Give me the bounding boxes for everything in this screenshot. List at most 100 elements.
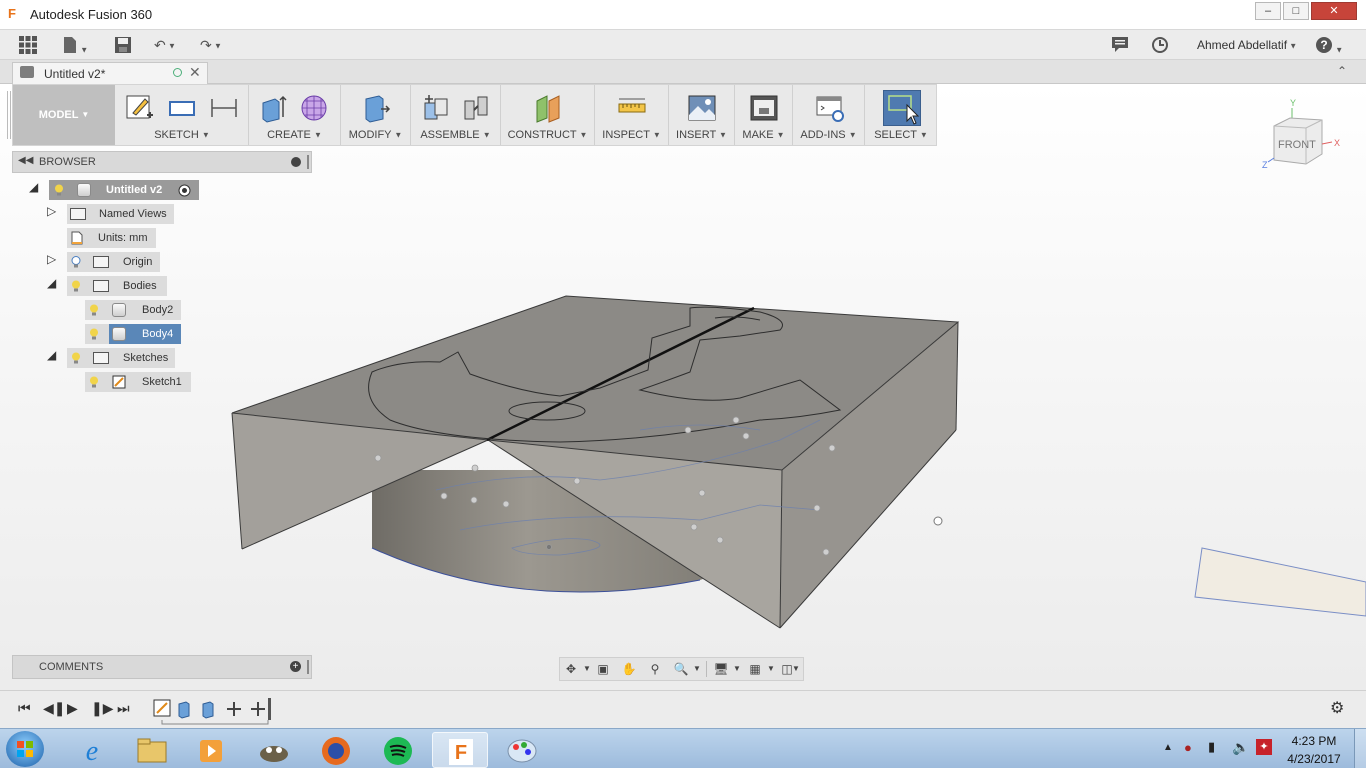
collapse-chevron-up-icon[interactable]: ⌃ — [1337, 64, 1347, 78]
offset-plane-icon[interactable] — [533, 93, 563, 123]
collapse-browser-icon[interactable]: ◀◀ — [18, 155, 33, 166]
visibility-bulb-icon[interactable] — [89, 328, 99, 340]
ribbon-grip[interactable] — [7, 91, 11, 139]
minimize-button[interactable]: – — [1255, 2, 1281, 20]
timeline-features[interactable] — [152, 698, 276, 726]
file-explorer-icon[interactable] — [124, 732, 180, 768]
browser-resize-grip[interactable] — [307, 155, 309, 169]
job-status-clock-icon[interactable] — [1151, 36, 1169, 54]
browser-node-units[interactable]: Units: mm — [67, 228, 156, 248]
gimp-icon[interactable] — [246, 732, 302, 768]
browser-node-origin[interactable]: Origin — [67, 252, 160, 272]
document-tab[interactable]: Untitled v2* ✕ — [12, 62, 208, 84]
internet-explorer-icon[interactable]: e — [64, 732, 120, 768]
close-tab-icon[interactable]: ✕ — [189, 64, 201, 81]
joint-icon[interactable] — [461, 93, 491, 123]
activate-component-icon[interactable] — [178, 184, 191, 197]
system-clock[interactable]: 4:23 PM 4/23/2017 — [1283, 734, 1345, 766]
acrobat-tray-icon[interactable]: ✦ — [1256, 739, 1272, 755]
signal-strength-icon[interactable]: ▮ — [1208, 739, 1215, 755]
browser-panel-header[interactable]: ◀◀ BROWSER — [12, 151, 312, 173]
inspect-menu[interactable]: INSPECT ▼ — [595, 129, 668, 141]
file-menu-button[interactable]: ▼ — [62, 36, 88, 54]
timeline-marker[interactable] — [268, 698, 271, 720]
browser-node-body4-bulb[interactable] — [85, 324, 109, 344]
spotify-icon[interactable] — [370, 732, 426, 768]
measure-icon[interactable] — [617, 93, 647, 123]
firefox-icon[interactable] — [308, 732, 364, 768]
visibility-bulb-off-icon[interactable] — [71, 256, 81, 268]
media-player-icon[interactable] — [184, 732, 240, 768]
paint-icon[interactable] — [494, 732, 550, 768]
expand-toggle-sketches[interactable]: ◢ — [47, 348, 56, 362]
visibility-bulb-icon[interactable] — [71, 280, 81, 292]
visibility-bulb-icon[interactable] — [89, 376, 99, 388]
model-3d-view[interactable] — [0, 84, 1366, 690]
create-form-icon[interactable] — [299, 93, 329, 123]
viewcube[interactable]: Y FRONT X Z — [1262, 96, 1352, 176]
viewports-dropdown-chevron-icon[interactable]: ▼ — [790, 661, 802, 677]
browser-node-body2[interactable]: Body2 — [85, 300, 181, 320]
visibility-bulb-icon[interactable] — [89, 304, 99, 316]
rectangle-icon[interactable] — [167, 93, 197, 123]
sketch-menu[interactable]: SKETCH ▼ — [115, 129, 249, 141]
assemble-menu[interactable]: ASSEMBLE ▼ — [411, 129, 500, 141]
browser-node-bodies[interactable]: Bodies — [67, 276, 167, 296]
visibility-bulb-icon[interactable] — [71, 352, 81, 364]
create-menu[interactable]: CREATE ▼ — [249, 129, 340, 141]
extrude-icon[interactable] — [259, 93, 289, 123]
start-button[interactable] — [6, 731, 44, 767]
show-desktop-button[interactable] — [1354, 729, 1366, 768]
zoom-dropdown-chevron-icon[interactable]: ▼ — [688, 661, 706, 677]
go-to-end-icon[interactable]: ⏭ — [117, 700, 130, 717]
maximize-button[interactable]: □ — [1283, 2, 1309, 20]
browser-node-root[interactable]: Untitled v2 — [49, 180, 199, 200]
add-ins-menu[interactable]: ADD-INS ▼ — [793, 129, 864, 141]
zoom-icon[interactable]: ⚲ — [646, 661, 664, 677]
3d-print-icon[interactable] — [749, 93, 779, 123]
viewcube-front-face[interactable]: FRONT — [1278, 139, 1316, 151]
create-sketch-icon[interactable] — [125, 93, 155, 123]
minimize-browser-icon[interactable] — [291, 157, 301, 167]
modify-menu[interactable]: MODIFY ▼ — [341, 129, 410, 141]
tray-network-icon[interactable]: ● — [1184, 740, 1192, 755]
browser-node-named-views[interactable]: Named Views — [67, 204, 174, 224]
expand-toggle-bodies[interactable]: ◢ — [47, 276, 56, 290]
sketch-dimension-icon[interactable] — [209, 93, 239, 123]
insert-menu[interactable]: INSERT ▼ — [669, 129, 734, 141]
pan-hand-icon[interactable]: ✋ — [620, 661, 638, 677]
play-icon[interactable]: ▶ — [67, 700, 78, 717]
scripts-addins-icon[interactable] — [815, 93, 845, 123]
expand-toggle-named-views[interactable]: ▷ — [47, 204, 56, 218]
comments-resize-grip[interactable] — [307, 660, 309, 674]
save-icon[interactable] — [114, 36, 132, 54]
expand-toggle-root[interactable]: ◢ — [29, 180, 38, 194]
timeline-extrude-feature-icon[interactable] — [178, 701, 190, 719]
select-menu[interactable]: SELECT ▼ — [865, 129, 937, 141]
comments-panel-header[interactable]: COMMENTS + — [12, 655, 312, 679]
expand-toggle-origin[interactable]: ▷ — [47, 252, 56, 266]
browser-node-sketch1[interactable]: Sketch1 — [85, 372, 191, 392]
add-comment-icon[interactable]: + — [290, 661, 301, 672]
volume-icon[interactable]: 🔈 — [1232, 739, 1249, 756]
go-to-start-icon[interactable]: ⏮ — [18, 700, 31, 717]
help-icon[interactable]: ? ▼ — [1315, 36, 1343, 54]
redo-button[interactable]: ↷ ▼ — [200, 36, 222, 54]
step-forward-icon[interactable]: ❚▶ — [91, 700, 114, 717]
undo-button[interactable]: ↶ ▼ — [154, 36, 176, 54]
show-hidden-icons-icon[interactable]: ▲ — [1163, 742, 1173, 753]
timeline-extrude2-feature-icon[interactable] — [202, 701, 214, 719]
timeline-move-feature-icon[interactable] — [227, 702, 241, 716]
timeline-settings-gear-icon[interactable]: ⚙ — [1330, 698, 1344, 718]
fusion360-taskbar-icon[interactable]: F — [432, 732, 488, 768]
canvas-viewport[interactable]: MODEL ▼ SKETCH ▼ CREATE ▼ MODIFY ▼ ASSEM… — [0, 84, 1366, 690]
notification-center-icon[interactable] — [1111, 36, 1129, 54]
display-dropdown-chevron-icon[interactable]: ▼ — [728, 661, 746, 677]
close-window-button[interactable]: ✕ — [1311, 2, 1357, 20]
step-back-icon[interactable]: ◀❚ — [43, 700, 66, 717]
new-component-icon[interactable] — [421, 93, 451, 123]
construct-menu[interactable]: CONSTRUCT ▼ — [501, 129, 594, 141]
press-pull-icon[interactable] — [361, 93, 391, 123]
timeline-move2-feature-icon[interactable] — [251, 702, 265, 716]
insert-canvas-icon[interactable] — [687, 93, 717, 123]
